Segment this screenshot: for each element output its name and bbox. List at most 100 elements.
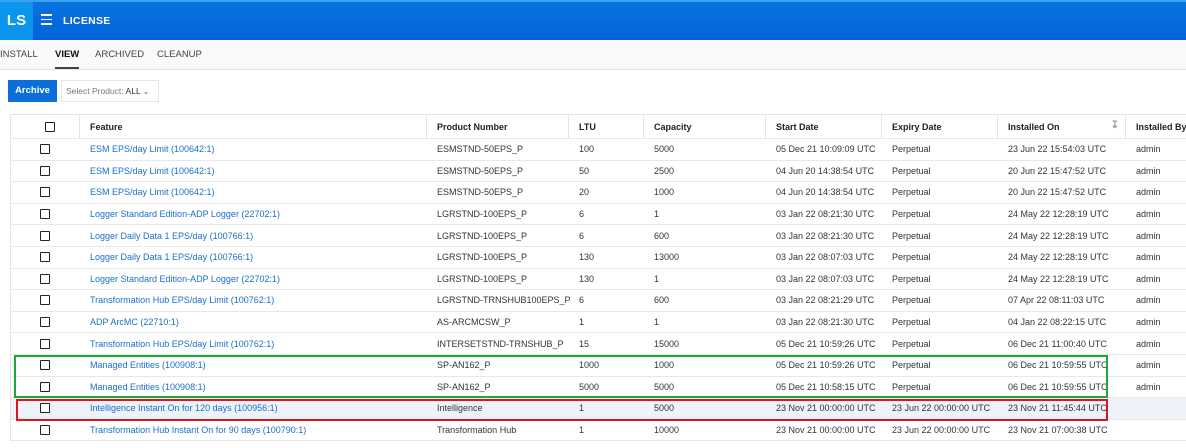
cell-product-number: ESMSTND-50EPS_P <box>437 187 524 198</box>
table-row[interactable]: Managed Entities (100908:1) SP-AN162_P 500… <box>11 377 1186 399</box>
row-checkbox[interactable] <box>40 230 50 241</box>
table-row[interactable]: Logger Standard Edition-ADP Logger (2270… <box>11 269 1186 291</box>
app-logo: LS <box>0 2 33 40</box>
cell-expiry-date: 23 Jun 22 00:00:00 UTC <box>892 403 991 414</box>
cell-start-date: 03 Jan 22 08:21:30 UTC <box>776 230 875 241</box>
row-checkbox[interactable] <box>40 187 50 198</box>
tab-cleanup[interactable]: CLEANUP <box>157 49 202 67</box>
checkbox-cell <box>11 247 79 268</box>
col-start-date[interactable]: Start Date <box>765 115 881 138</box>
cell-installed-by: admin <box>1136 187 1161 198</box>
cell-product-number: ESMSTND-50EPS_P <box>437 144 524 155</box>
select-all-checkbox[interactable] <box>45 121 55 132</box>
table-row[interactable]: Logger Daily Data 1 EPS/day (100766:1) LG… <box>11 225 1186 247</box>
cell-feature[interactable]: Managed Entities (100908:1) <box>79 355 426 376</box>
col-installed-on[interactable]: Installed On ↧ <box>997 115 1125 138</box>
col-capacity[interactable]: Capacity <box>643 115 765 138</box>
cell-ltu: 130 <box>579 273 595 284</box>
cell-expiry-date: Perpetual <box>892 209 931 220</box>
cell-feature[interactable]: Logger Daily Data 1 EPS/day (100766:1) <box>79 247 426 268</box>
col-installed-by[interactable]: Installed By <box>1125 115 1186 138</box>
hamburger-menu-icon[interactable] <box>41 14 52 25</box>
row-checkbox[interactable] <box>40 165 50 176</box>
cell-installed-on: 24 May 22 12:28:19 UTC <box>1008 252 1109 263</box>
cell-ltu: 6 <box>579 295 585 306</box>
cell-feature[interactable]: ESM EPS/day Limit (100642:1) <box>79 139 426 160</box>
select-value: ALL <box>125 86 141 96</box>
sort-descending-icon[interactable]: ↧ <box>1111 120 1119 131</box>
table-row[interactable]: Transformation Hub EPS/day Limit (100762… <box>11 290 1186 312</box>
table-row[interactable]: Managed Entities (100908:1) SP-AN162_P 100… <box>11 355 1186 377</box>
cell-start-date: 03 Jan 22 08:07:03 UTC <box>776 252 875 263</box>
cell-feature[interactable]: Logger Daily Data 1 EPS/day (100766:1) <box>79 225 426 246</box>
col-expiry-date[interactable]: Expiry Date <box>881 115 997 138</box>
table-row[interactable]: Transformation Hub Instant On for 90 day… <box>11 420 1186 442</box>
archive-button[interactable]: Archive <box>8 80 57 102</box>
col-ltu[interactable]: LTU <box>568 115 643 138</box>
checkbox-cell <box>11 355 79 376</box>
cell-start-date: 03 Jan 22 08:21:30 UTC <box>776 317 875 328</box>
cell-capacity: 1000 <box>654 360 675 371</box>
table-row[interactable]: Intelligence Instant On for 120 days (10… <box>11 398 1186 420</box>
cell-feature[interactable]: ESM EPS/day Limit (100642:1) <box>79 161 426 182</box>
cell-feature[interactable]: Managed Entities (100908:1) <box>79 377 426 398</box>
row-checkbox[interactable] <box>40 338 50 349</box>
cell-feature[interactable]: Logger Standard Edition-ADP Logger (2270… <box>79 269 426 290</box>
app-title: LICENSE <box>63 15 111 27</box>
tab-view[interactable]: VIEW <box>55 49 80 69</box>
row-checkbox[interactable] <box>40 209 50 220</box>
cell-product-number: Intelligence <box>437 403 483 414</box>
cell-product-number: LGRSTND-TRNSHUB100EPS_P <box>437 295 571 306</box>
cell-expiry-date: Perpetual <box>892 273 931 284</box>
row-checkbox[interactable] <box>40 360 50 371</box>
cell-installed-on: 20 Jun 22 15:47:52 UTC <box>1008 187 1107 198</box>
cell-feature[interactable]: Transformation Hub EPS/day Limit (100762… <box>79 333 426 354</box>
cell-expiry-date: Perpetual <box>892 381 931 392</box>
cell-installed-by: admin <box>1136 230 1161 241</box>
col-feature[interactable]: Feature <box>79 115 426 138</box>
cell-feature[interactable]: Logger Standard Edition-ADP Logger (2270… <box>79 204 426 225</box>
row-checkbox[interactable] <box>40 144 50 155</box>
cell-product-number: AS-ARCMCSW_P <box>437 317 511 328</box>
cell-installed-by: admin <box>1136 317 1161 328</box>
cell-expiry-date: 23 Jun 22 00:00:00 UTC <box>892 425 991 436</box>
tab-archived[interactable]: ARCHIVED <box>95 49 144 67</box>
cell-ltu: 1000 <box>579 360 600 371</box>
col-product-number[interactable]: Product Number <box>426 115 568 138</box>
row-checkbox[interactable] <box>40 252 50 263</box>
table-row[interactable]: ADP ArcMC (22710:1) AS-ARCMCSW_P 1 1 03 Jan … <box>11 312 1186 334</box>
cell-installed-by: admin <box>1136 144 1161 155</box>
row-checkbox[interactable] <box>40 273 50 284</box>
cell-expiry-date: Perpetual <box>892 252 931 263</box>
row-checkbox[interactable] <box>40 403 50 414</box>
product-select[interactable]: Select Product: ALL ⌄ <box>61 80 159 102</box>
cell-feature[interactable]: ESM EPS/day Limit (100642:1) <box>79 182 426 203</box>
cell-feature[interactable]: ADP ArcMC (22710:1) <box>79 312 426 333</box>
cell-start-date: 05 Dec 21 10:09:09 UTC <box>776 144 876 155</box>
table-row[interactable]: ESM EPS/day Limit (100642:1) ESMSTND-50EP… <box>11 182 1186 204</box>
cell-expiry-date: Perpetual <box>892 295 931 306</box>
cell-expiry-date: Perpetual <box>892 187 931 198</box>
cell-start-date: 04 Jun 20 14:38:54 UTC <box>776 187 875 198</box>
tab-install[interactable]: INSTALL <box>0 49 38 67</box>
cell-installed-by <box>1125 398 1186 419</box>
cell-feature[interactable]: Transformation Hub EPS/day Limit (100762… <box>79 290 426 311</box>
table-row[interactable]: ESM EPS/day Limit (100642:1) ESMSTND-50EP… <box>11 139 1186 161</box>
cell-feature[interactable]: Intelligence Instant On for 120 days (10… <box>79 398 426 419</box>
cell-feature[interactable]: Transformation Hub Instant On for 90 day… <box>79 420 426 441</box>
table-header: Feature Product Number LTU Capacity Star… <box>11 114 1186 139</box>
cell-installed-on: 06 Dec 21 11:00:40 UTC <box>1008 338 1107 349</box>
table-row[interactable]: ESM EPS/day Limit (100642:1) ESMSTND-50EP… <box>11 161 1186 183</box>
row-checkbox[interactable] <box>40 381 50 392</box>
row-checkbox[interactable] <box>40 295 50 306</box>
cell-capacity: 600 <box>654 295 670 306</box>
cell-expiry-date: Perpetual <box>892 360 931 371</box>
table-row[interactable]: Logger Daily Data 1 EPS/day (100766:1) LG… <box>11 247 1186 269</box>
table-row[interactable]: Logger Standard Edition-ADP Logger (2270… <box>11 204 1186 226</box>
cell-capacity: 1 <box>654 317 660 328</box>
row-checkbox[interactable] <box>40 317 50 328</box>
row-checkbox[interactable] <box>40 425 50 436</box>
table-row[interactable]: Transformation Hub EPS/day Limit (100762… <box>11 333 1186 355</box>
cell-start-date: 03 Jan 22 08:07:03 UTC <box>776 273 875 284</box>
cell-product-number: SP-AN162_P <box>437 381 491 392</box>
